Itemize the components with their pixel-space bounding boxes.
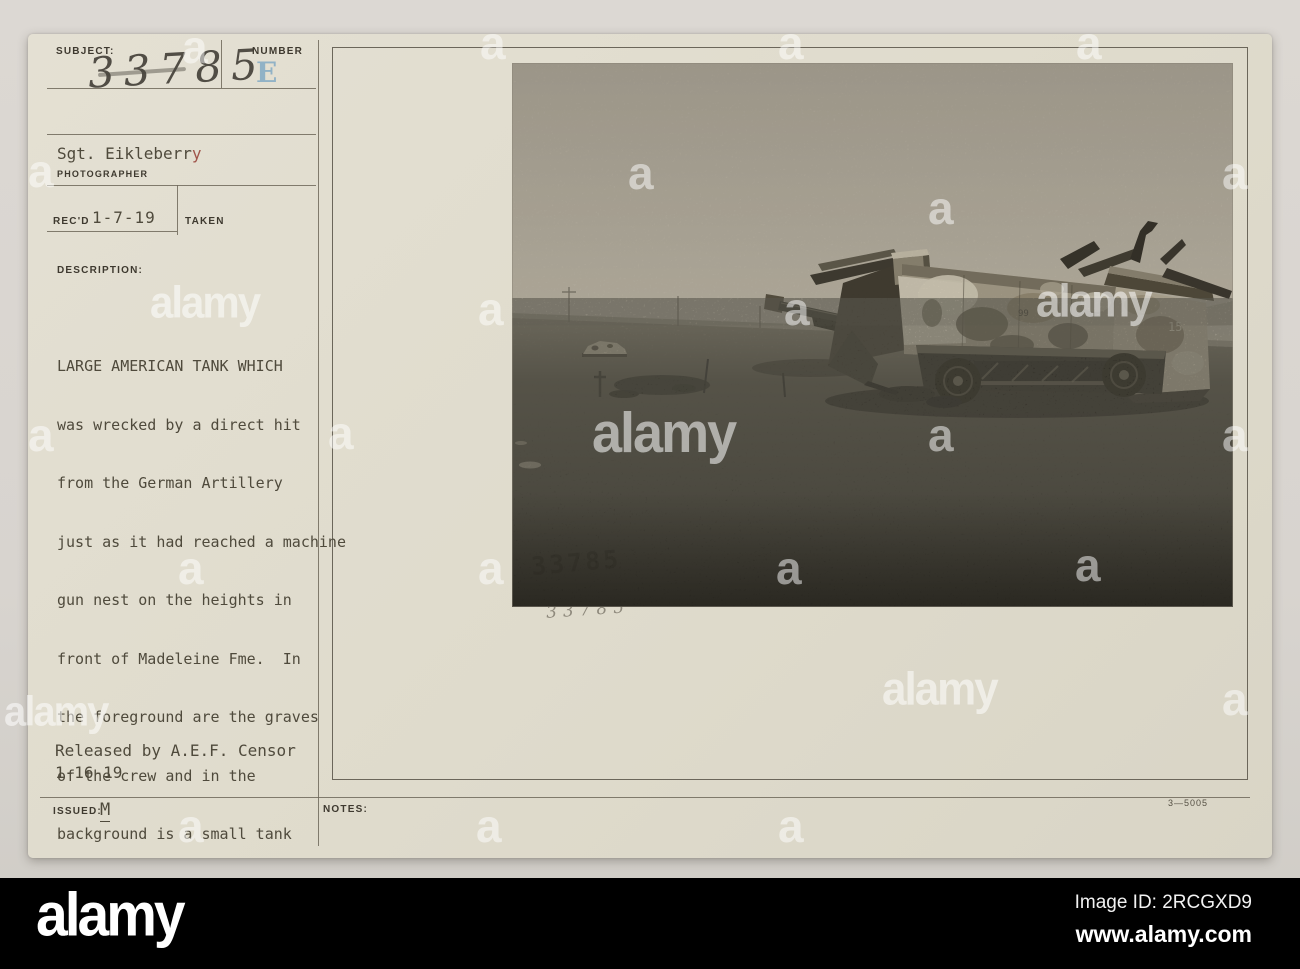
photographer-top-line: [47, 134, 316, 135]
number-stamp-blue: E: [256, 56, 278, 89]
footer-info: Image ID: 2RCGXD9 www.alamy.com: [1075, 892, 1252, 948]
alamy-footer-bar: alamy Image ID: 2RCGXD9 www.alamy.com: [0, 878, 1300, 969]
photographer-label: PHOTOGRAPHER: [57, 169, 149, 179]
photographer-bottom-line: [47, 185, 316, 186]
recd-label: REC'D: [53, 216, 90, 227]
taken-label: TAKEN: [185, 216, 225, 227]
description-line: the foreground are the graves: [57, 708, 319, 726]
description-line: from the German Artillery: [57, 474, 283, 492]
photo-caption-card: SUBJECT: 33785 NUMBER E Sgt. Eikleberry …: [28, 34, 1272, 960]
description-line: background is a small tank: [57, 825, 292, 843]
description-line: was wrecked by a direct hit: [57, 415, 301, 434]
description-line: LARGE AMERICAN TANK WHICH: [57, 357, 283, 375]
photograph-wrecked-tank: 99 15: [512, 63, 1233, 607]
alamy-url: www.alamy.com: [1075, 921, 1252, 947]
image-id-text: Image ID: 2RCGXD9: [1074, 892, 1252, 913]
description-text: LARGE AMERICAN TANK WHICH was wrecked by…: [57, 318, 346, 969]
notes-label: NOTES:: [323, 804, 368, 815]
released-line-1: Released by A.E.F. Censor: [55, 741, 296, 760]
alamy-logo: alamy: [36, 880, 186, 950]
photographer-name-last-letter: y: [191, 144, 202, 163]
issued-value: M: [100, 800, 111, 822]
form-print-number: 3—5005: [1168, 798, 1209, 808]
description-line: gun nest on the heights in: [57, 591, 292, 609]
released-line-2: 1-16-19: [55, 763, 123, 782]
alamy-stock-photo-page: SUBJECT: 33785 NUMBER E Sgt. Eikleberry …: [0, 0, 1300, 969]
description-line: just as it had reached a machine: [57, 532, 346, 551]
issued-label: ISSUED:: [53, 806, 102, 817]
recd-taken-divider: [177, 185, 178, 235]
recd-date: 1-7-19: [92, 208, 156, 227]
photographer-name: Sgt. Eikleberry: [57, 144, 202, 163]
description-label: DESCRIPTION:: [57, 265, 144, 276]
description-line: front of Madeleine Fme. In: [57, 649, 301, 668]
recd-underline: [47, 231, 177, 232]
